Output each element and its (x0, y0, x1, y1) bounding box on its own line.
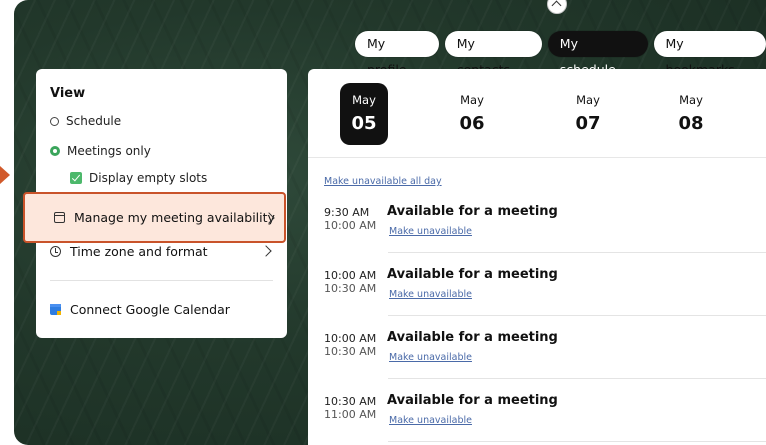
date-selector-may-05[interactable]: May 05 (340, 83, 388, 145)
chevron-right-icon (260, 245, 272, 257)
calendar-icon (54, 212, 65, 223)
view-option-meetings-only[interactable]: Meetings only (50, 144, 151, 158)
date-day: 07 (575, 113, 601, 134)
slot-end-time: 10:00 AM (324, 219, 377, 232)
schedule-panel: May 05 May 06 May 07 May 08 Make unavail… (308, 69, 766, 445)
checkbox-checked-icon[interactable] (70, 172, 82, 184)
clock-icon (50, 246, 61, 257)
make-unavailable-link[interactable]: Make unavailable (389, 226, 472, 237)
display-empty-slots-label: Display empty slots (89, 171, 208, 185)
date-month: May (576, 93, 600, 107)
divider (388, 315, 766, 316)
date-day: 05 (351, 113, 377, 134)
make-unavailable-link[interactable]: Make unavailable (389, 289, 472, 300)
make-unavailable-all-day-link[interactable]: Make unavailable all day (324, 176, 442, 187)
date-selector-may-07[interactable]: May 07 (564, 83, 612, 145)
date-month: May (679, 93, 703, 107)
radio-selected-icon[interactable] (50, 146, 60, 156)
view-option-schedule-label: Schedule (66, 114, 122, 128)
date-selector-may-08[interactable]: May 08 (667, 83, 715, 145)
connect-google-calendar-button[interactable]: Connect Google Calendar (50, 302, 230, 317)
time-zone-format-label: Time zone and format (70, 244, 208, 259)
slot-start-time: 10:30 AM (324, 395, 377, 408)
make-unavailable-link[interactable]: Make unavailable (389, 415, 472, 426)
top-nav: My profile My contacts My schedule My bo… (355, 31, 766, 77)
view-panel: View Schedule Meetings only Display empt… (23, 69, 287, 338)
slot-end-time: 10:30 AM (324, 282, 377, 295)
pointer-arrow-icon (0, 166, 10, 184)
divider (388, 441, 766, 442)
radio-unselected-icon[interactable] (50, 116, 59, 126)
date-month: May (352, 93, 376, 107)
tab-my-schedule[interactable]: My schedule (547, 31, 648, 77)
divider (308, 157, 766, 158)
tab-my-profile[interactable]: My profile (355, 31, 439, 77)
slot-title: Available for a meeting (387, 267, 558, 282)
slot-title: Available for a meeting (387, 204, 558, 219)
view-option-schedule[interactable]: Schedule (50, 114, 121, 128)
make-unavailable-link[interactable]: Make unavailable (389, 352, 472, 363)
tab-my-bookmarks[interactable]: My bookmarks (653, 31, 766, 77)
divider (388, 252, 766, 253)
manage-availability-button[interactable]: Manage my meeting availability (23, 192, 286, 243)
date-month: May (460, 93, 484, 107)
display-empty-slots-toggle[interactable]: Display empty slots (70, 171, 207, 185)
google-calendar-icon (50, 304, 61, 315)
tab-my-contacts[interactable]: My contacts (444, 31, 542, 77)
date-day: 06 (459, 113, 485, 134)
slot-start-time: 10:00 AM (324, 332, 377, 345)
slot-title: Available for a meeting (387, 330, 558, 345)
connect-google-calendar-label: Connect Google Calendar (70, 302, 230, 317)
slot-title: Available for a meeting (387, 393, 558, 408)
date-day: 08 (678, 113, 704, 134)
manage-availability-label: Manage my meeting availability (74, 210, 275, 225)
slot-end-time: 10:30 AM (324, 345, 377, 358)
slot-start-time: 10:00 AM (324, 269, 377, 282)
view-option-meetings-only-label: Meetings only (67, 144, 151, 158)
date-selector-may-06[interactable]: May 06 (448, 83, 496, 145)
time-zone-format-button[interactable]: Time zone and format (50, 244, 272, 259)
slot-start-time: 9:30 AM (324, 206, 370, 219)
view-title: View (50, 86, 86, 101)
divider (388, 378, 766, 379)
slot-end-time: 11:00 AM (324, 408, 377, 421)
divider (50, 280, 273, 281)
